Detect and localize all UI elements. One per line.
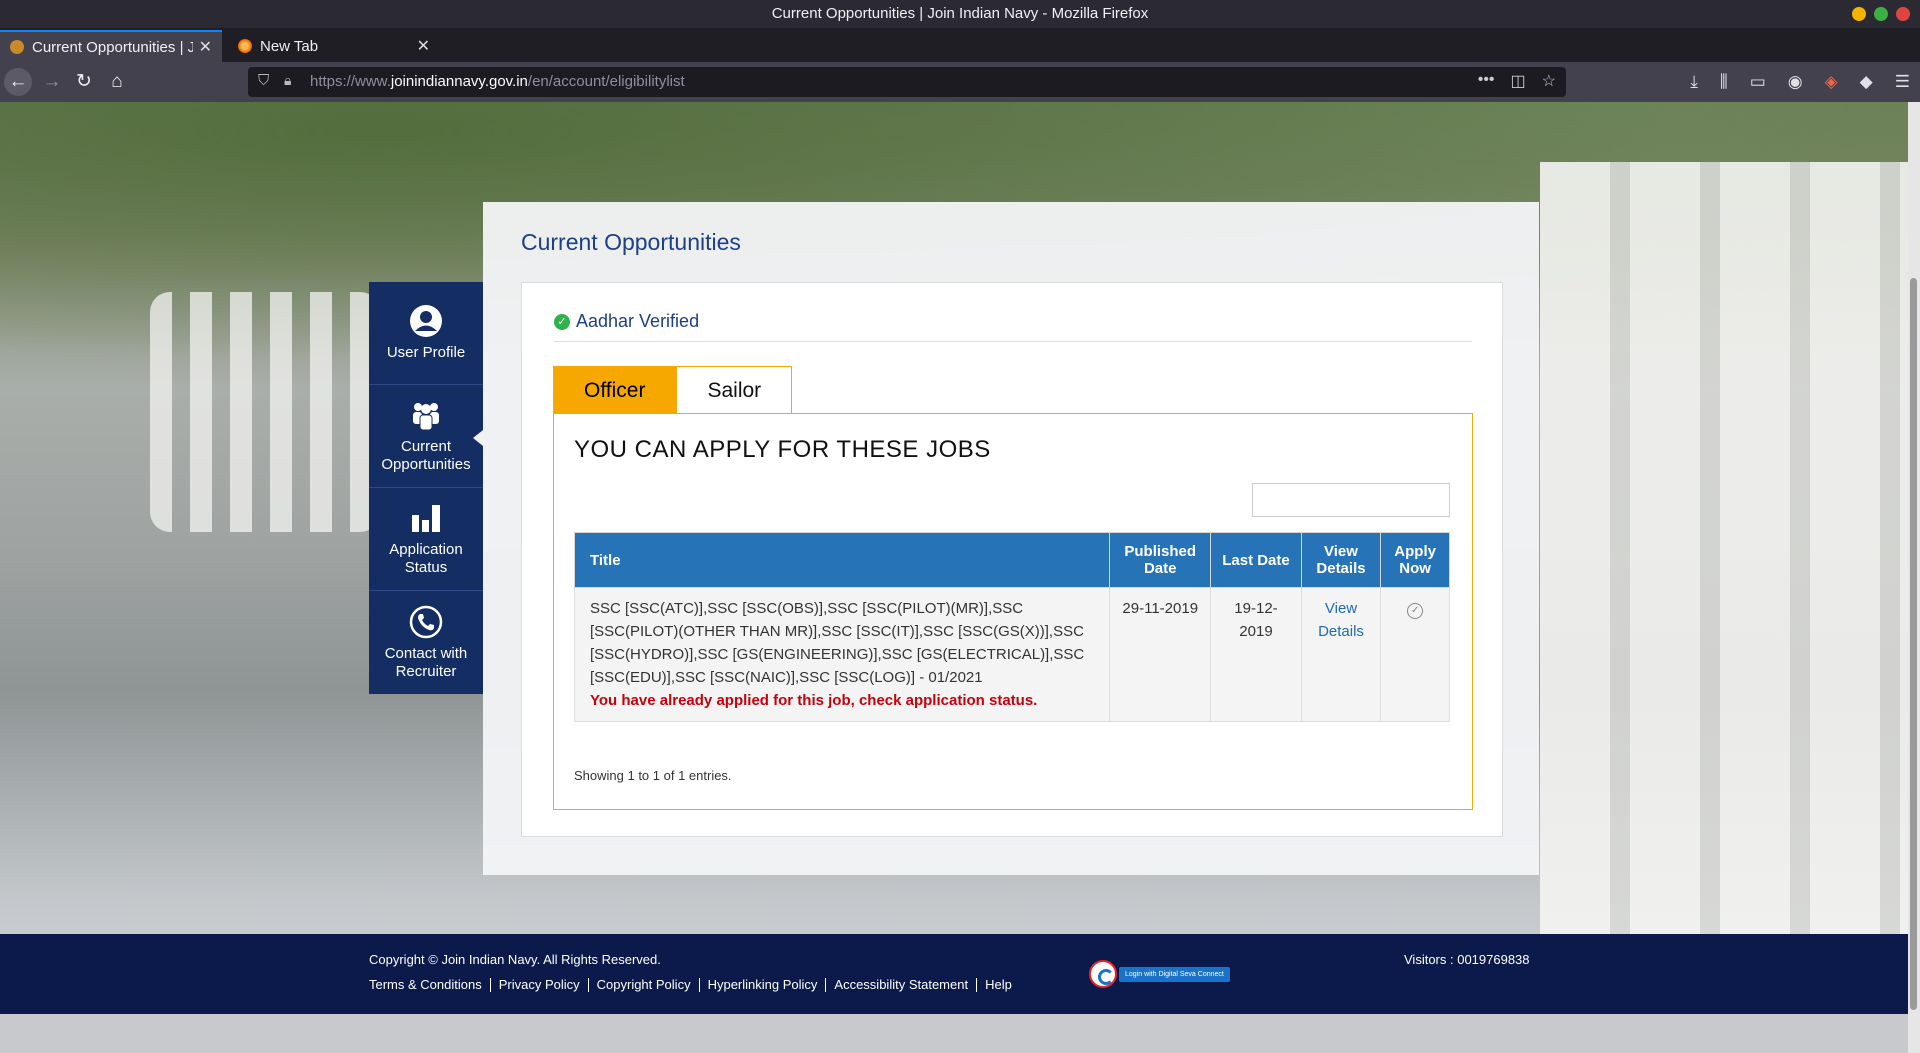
visitor-counter: Visitors : 0019769838	[1404, 952, 1530, 967]
sidebar-item-label: User Profile	[386, 344, 466, 361]
page-title: Current Opportunities	[521, 229, 741, 255]
background-sailors-photo	[1540, 162, 1908, 942]
section-heading: YOU CAN APPLY FOR THESE JOBS	[574, 436, 991, 463]
library-icon[interactable]: ⫼	[1720, 72, 1728, 92]
navy-favicon-icon	[10, 40, 24, 54]
table-row: SSC [SSC(ATC)],SSC [SSC(OBS)],SSC [SSC(P…	[573, 587, 1450, 722]
navigation-toolbar: ← → ↻ ⌂ ⛉ 🔒︎ https://www.joinindiannavy.…	[0, 62, 1920, 102]
footer-link-copyright[interactable]: Copyright Policy	[589, 978, 700, 992]
extension-icon[interactable]: ◈	[1825, 72, 1838, 92]
sidebar-item-current-opportunities[interactable]: Current Opportunities	[369, 385, 483, 488]
digital-seva-label: Login with Digital Seva Connect	[1119, 966, 1230, 982]
footer-link-hyperlinking[interactable]: Hyperlinking Policy	[700, 978, 827, 992]
pocket-icon[interactable]: ◫	[1511, 71, 1526, 91]
account-side-menu: User Profile Current Opportunities Appli…	[369, 282, 483, 694]
view-details-cell: View Details	[1300, 587, 1382, 722]
job-category-tabs: Officer Sailor	[553, 366, 793, 414]
footer-link-help[interactable]: Help	[977, 978, 1020, 992]
footer-link-accessibility[interactable]: Accessibility Statement	[826, 978, 978, 992]
forward-arrow-icon[interactable]: →	[38, 68, 66, 96]
sidebar-icon[interactable]: ▭	[1750, 72, 1766, 92]
reload-icon[interactable]: ↻	[70, 68, 98, 96]
tab-officer[interactable]: Officer	[553, 366, 677, 414]
aadhar-status-label: Aadhar Verified	[576, 311, 700, 331]
tab-label: New Tab	[260, 37, 319, 55]
footer-link-terms[interactable]: Terms & Conditions	[369, 978, 491, 992]
apply-now-cell: ✓	[1380, 587, 1450, 722]
account-icon[interactable]: ◉	[1788, 72, 1803, 92]
sidebar-item-label: Application Status	[389, 541, 463, 576]
sidebar-item-contact-recruiter[interactable]: Contact with Recruiter	[369, 591, 483, 694]
bar-chart-icon	[412, 505, 440, 532]
close-window-button[interactable]	[1896, 7, 1910, 21]
job-title-cell: SSC [SSC(ATC)],SSC [SSC(OBS)],SSC [SSC(P…	[573, 587, 1111, 722]
check-icon: ✓	[554, 313, 570, 330]
copyright-text: Copyright © Join Indian Navy. All Rights…	[369, 952, 661, 967]
sidebar-item-application-status[interactable]: Application Status	[369, 488, 483, 591]
extension-icon[interactable]: ◆	[1860, 72, 1873, 92]
table-search-input[interactable]	[1252, 483, 1450, 517]
sidebar-item-label: Current Opportunities	[381, 438, 471, 473]
close-icon[interactable]: ✕	[417, 36, 430, 56]
column-header-view-details[interactable]: View Details	[1300, 532, 1382, 588]
tab-new-tab[interactable]: New Tab ✕	[228, 30, 440, 62]
content-card: ✓ Aadhar Verified Officer Sailor YOU CAN…	[521, 282, 1503, 837]
tab-panel: YOU CAN APPLY FOR THESE JOBS Title Publi…	[553, 413, 1473, 810]
table-header-row: Title Published Date Last Date View Deta…	[573, 532, 1450, 588]
back-arrow-icon[interactable]: ←	[4, 68, 32, 96]
column-header-title[interactable]: Title	[573, 532, 1111, 588]
address-bar[interactable]: ⛉ 🔒︎ https://www.joinindiannavy.gov.in/e…	[248, 67, 1566, 97]
tab-strip: Current Opportunities | Join Indian Navy…	[0, 28, 1920, 85]
tracking-shield-icon[interactable]: ⛉	[258, 72, 269, 89]
minimize-button[interactable]	[1852, 7, 1866, 21]
footer-link-privacy[interactable]: Privacy Policy	[491, 978, 589, 992]
user-icon	[410, 305, 442, 337]
sidebar-item-label: Contact with Recruiter	[384, 644, 468, 680]
phone-icon	[409, 605, 443, 638]
tab-current-opportunities[interactable]: Current Opportunities | Join Indian Navy…	[0, 30, 222, 62]
downloads-icon[interactable]: ⤓	[1690, 72, 1698, 92]
menu-hamburger-icon[interactable]: ☰	[1895, 72, 1910, 92]
sidebar-item-user-profile[interactable]: User Profile	[369, 282, 483, 385]
view-details-link[interactable]: View Details	[1318, 600, 1364, 640]
lock-icon[interactable]: 🔒︎	[284, 72, 291, 89]
digital-seva-logo-icon	[1089, 960, 1117, 988]
published-date-cell: 29-11-2019	[1109, 587, 1212, 722]
digital-seva-connect-badge[interactable]: Login with Digital Seva Connect	[1089, 960, 1231, 988]
divider	[554, 341, 1472, 342]
table-info: Showing 1 to 1 of 1 entries.	[574, 768, 732, 783]
column-header-published-date[interactable]: Published Date	[1109, 532, 1212, 588]
window-titlebar: Current Opportunities | Join Indian Navy…	[0, 0, 1920, 28]
close-icon[interactable]: ✕	[199, 37, 212, 57]
maximize-button[interactable]	[1874, 7, 1888, 21]
url-text[interactable]: https://www.joinindiannavy.gov.in/en/acc…	[310, 73, 685, 90]
group-icon	[413, 403, 439, 431]
window-title: Current Opportunities | Join Indian Navy…	[771, 5, 1149, 22]
last-date-cell: 19-12-2019	[1210, 587, 1302, 722]
page-content: User Profile Current Opportunities Appli…	[0, 102, 1908, 1053]
firefox-icon	[238, 39, 252, 53]
page-actions-icon[interactable]: •••	[1478, 71, 1495, 91]
aadhar-status: ✓ Aadhar Verified	[554, 311, 699, 332]
jobs-table: Title Published Date Last Date View Deta…	[573, 532, 1450, 722]
tab-label: Current Opportunities | Join Indian Navy	[32, 38, 193, 56]
job-title: SSC [SSC(ATC)],SSC [SSC(OBS)],SSC [SSC(P…	[590, 600, 1085, 686]
already-applied-notice[interactable]: You have already applied for this job, c…	[590, 689, 1099, 712]
background-band-photo	[150, 292, 380, 532]
scrollbar-thumb[interactable]	[1910, 278, 1917, 1010]
tab-sailor[interactable]: Sailor	[676, 366, 793, 414]
column-header-last-date[interactable]: Last Date	[1210, 532, 1302, 588]
column-header-apply-now[interactable]: Apply Now	[1380, 532, 1450, 588]
home-icon[interactable]: ⌂	[103, 68, 131, 96]
bookmark-star-icon[interactable]: ☆	[1542, 71, 1556, 91]
site-footer: Copyright © Join Indian Navy. All Rights…	[0, 934, 1908, 1014]
main-panel: Current Opportunities ✓ Aadhar Verified …	[483, 202, 1539, 875]
page-bottom	[0, 1014, 1908, 1053]
check-circle-icon[interactable]: ✓	[1407, 603, 1424, 619]
window-controls	[1852, 7, 1910, 21]
footer-links: Terms & Conditions Privacy Policy Copyri…	[369, 978, 1020, 992]
